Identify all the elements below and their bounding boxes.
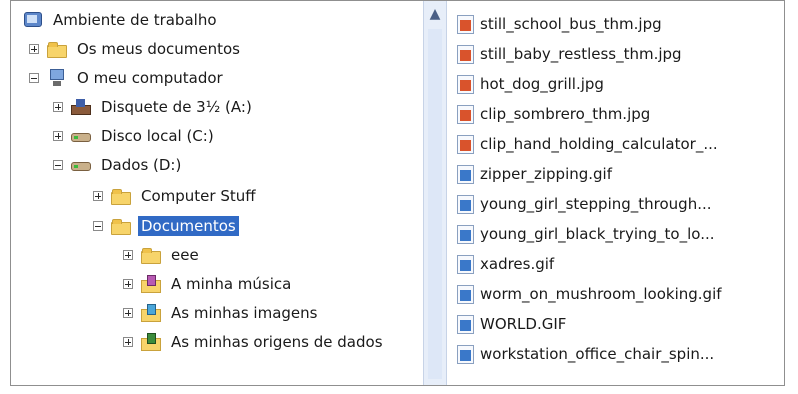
tree-item-my-documents[interactable]: Os meus documentos [29,36,243,62]
collapse-icon[interactable] [93,221,103,231]
hard-drive-icon [71,156,91,174]
expand-icon[interactable] [53,102,63,112]
gif-file-icon [457,314,474,334]
gif-file-icon [457,344,474,364]
tree-item-label-selected: Documentos [138,216,239,236]
expand-icon[interactable] [93,191,103,201]
chevron-up-icon: ▲ [429,6,441,22]
tree-item-computer-stuff[interactable]: Computer Stuff [93,183,259,209]
jpg-file-icon [457,74,474,94]
tree-item-desktop[interactable]: Ambiente de trabalho [23,7,220,33]
tree-item-label: A minha música [171,275,292,293]
tree-item-label: Computer Stuff [141,187,256,205]
tree-item-documentos[interactable]: Documentos [93,213,239,239]
collapse-icon[interactable] [53,160,63,170]
tree-item-my-computer[interactable]: O meu computador [29,65,226,91]
list-item[interactable]: worm_on_mushroom_looking.gif [457,281,722,307]
gif-file-icon [457,284,474,304]
folder-icon [111,187,131,205]
scroll-up-button[interactable]: ▲ [426,5,444,23]
tree-item-label: As minhas origens de dados [171,333,383,351]
list-item[interactable]: workstation_office_chair_spin... [457,341,714,367]
file-name: xadres.gif [480,255,555,273]
file-name: workstation_office_chair_spin... [480,345,715,363]
list-item[interactable]: still_school_bus_thm.jpg [457,11,662,37]
tree-item-label: eee [171,246,199,264]
tree-item-label: Dados (D:) [101,156,182,174]
music-folder-icon [141,275,161,293]
list-item[interactable]: zipper_zipping.gif [457,161,612,187]
tree-item-label: Os meus documentos [77,40,240,58]
file-list: still_school_bus_thm.jpg still_baby_rest… [457,1,784,385]
explorer-window: Ambiente de trabalho Os meus documentos … [10,0,785,386]
jpg-file-icon [457,44,474,64]
jpg-file-icon [457,134,474,154]
vertical-scrollbar[interactable]: ▲ [423,1,447,385]
tree-item-as-minhas-imagens[interactable]: As minhas imagens [123,300,320,326]
tree-item-label: O meu computador [77,69,223,87]
file-name: worm_on_mushroom_looking.gif [480,285,722,303]
file-name: young_girl_stepping_through... [480,195,712,213]
list-item[interactable]: young_girl_stepping_through... [457,191,712,217]
tree-item-floppy-a[interactable]: Disquete de 3½ (A:) [53,94,255,120]
file-name: clip_hand_holding_calculator_... [480,135,718,153]
desktop-icon [23,11,43,29]
list-item[interactable]: clip_sombrero_thm.jpg [457,101,650,127]
scrollbar-track[interactable] [428,29,442,379]
tree-item-dados-d[interactable]: Dados (D:) [53,152,184,178]
floppy-drive-icon [71,98,91,116]
jpg-file-icon [457,14,474,34]
expand-icon[interactable] [53,131,63,141]
tree-item-as-minhas-origens-de-dados[interactable]: As minhas origens de dados [123,329,386,355]
gif-file-icon [457,164,474,184]
list-item[interactable]: xadres.gif [457,251,554,277]
list-item[interactable]: young_girl_black_trying_to_lo... [457,221,715,247]
file-name: hot_dog_grill.jpg [480,75,604,93]
folder-icon [141,246,161,264]
list-item[interactable]: WORLD.GIF [457,311,566,337]
file-name: zipper_zipping.gif [480,165,612,183]
expand-icon[interactable] [123,337,133,347]
tree-item-a-minha-musica[interactable]: A minha música [123,271,294,297]
folder-icon [111,217,131,235]
folder-tree: Ambiente de trabalho Os meus documentos … [11,1,421,385]
file-name: WORLD.GIF [480,315,567,333]
list-item[interactable]: still_baby_restless_thm.jpg [457,41,682,67]
collapse-icon[interactable] [29,73,39,83]
tree-item-label: As minhas imagens [171,304,318,322]
data-sources-folder-icon [141,333,161,351]
file-name: still_school_bus_thm.jpg [480,15,662,33]
tree-item-label: Disco local (C:) [101,127,214,145]
file-name: clip_sombrero_thm.jpg [480,105,651,123]
tree-item-eee[interactable]: eee [123,242,202,268]
my-computer-icon [47,69,67,87]
gif-file-icon [457,254,474,274]
expand-icon[interactable] [123,250,133,260]
file-name: young_girl_black_trying_to_lo... [480,225,715,243]
expand-icon[interactable] [29,44,39,54]
jpg-file-icon [457,104,474,124]
list-item[interactable]: clip_hand_holding_calculator_... [457,131,718,157]
tree-item-label: Disquete de 3½ (A:) [101,98,252,116]
file-name: still_baby_restless_thm.jpg [480,45,682,63]
pictures-folder-icon [141,304,161,322]
my-documents-folder-icon [47,40,67,58]
tree-item-label: Ambiente de trabalho [53,11,217,29]
list-item[interactable]: hot_dog_grill.jpg [457,71,604,97]
tree-item-local-disk-c[interactable]: Disco local (C:) [53,123,217,149]
gif-file-icon [457,194,474,214]
hard-drive-icon [71,127,91,145]
expand-icon[interactable] [123,308,133,318]
expand-icon[interactable] [123,279,133,289]
gif-file-icon [457,224,474,244]
